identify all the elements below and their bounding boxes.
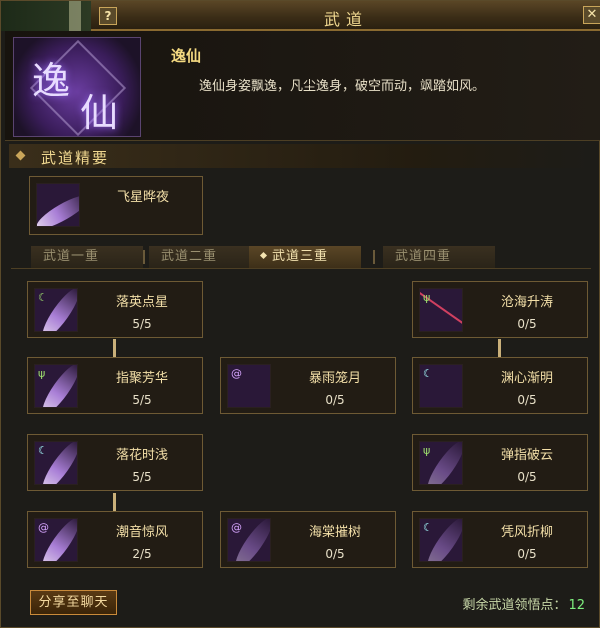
crescent-icon: ☾ bbox=[38, 444, 48, 457]
passive-rune-icon: ψ bbox=[423, 444, 431, 457]
skill-connector bbox=[113, 339, 116, 357]
skill-card[interactable]: ψ 弹指破云 0/5 bbox=[412, 434, 588, 491]
skill-level: 0/5 bbox=[517, 470, 537, 484]
tidal-wind-skill-icon: @ bbox=[34, 518, 78, 562]
points-label: 剩余武道领悟点： bbox=[462, 598, 567, 613]
abyss-heart-skill-icon: ☾ bbox=[419, 364, 463, 408]
skill-name: 落英点星 bbox=[115, 295, 168, 310]
skill-level: 0/5 bbox=[325, 547, 345, 561]
skill-name: 潮音惊风 bbox=[115, 525, 168, 540]
falling-petal-skill-icon: ☾ bbox=[34, 288, 78, 332]
skill-level: 0/5 bbox=[517, 393, 537, 407]
section-title: 武道精要 bbox=[41, 149, 110, 167]
skill-name: 暴雨笼月 bbox=[308, 371, 361, 386]
skill-card[interactable]: @ 暴雨笼月 0/5 bbox=[220, 357, 396, 414]
flying-star-skill-icon bbox=[36, 183, 80, 227]
skill-name: 沧海升涛 bbox=[500, 295, 553, 310]
skill-level: 0/5 bbox=[325, 393, 345, 407]
remaining-points: 剩余武道领悟点： 12 bbox=[462, 594, 585, 613]
skill-name: 凭风折柳 bbox=[500, 525, 553, 540]
skill-level: 5/5 bbox=[132, 470, 152, 484]
tab-tier-1[interactable]: 武道一重 bbox=[31, 246, 143, 268]
crabapple-skill-icon: @ bbox=[227, 518, 271, 562]
rising-tide-skill-icon: ψ bbox=[419, 288, 463, 332]
skill-name: 海棠摧树 bbox=[308, 525, 361, 540]
skill-connector bbox=[113, 493, 116, 511]
skill-level: 5/5 bbox=[132, 393, 152, 407]
tab-tier-2[interactable]: 武道二重 bbox=[149, 246, 261, 268]
share-to-chat-button[interactable]: 分享至聊天 bbox=[30, 590, 117, 615]
swirl-icon: @ bbox=[231, 367, 242, 380]
divider bbox=[11, 268, 591, 269]
skill-glow bbox=[37, 190, 79, 226]
class-emblem-icon: 逸 仙 bbox=[13, 37, 141, 137]
close-button[interactable]: ✕ bbox=[583, 6, 600, 24]
crescent-icon: ☾ bbox=[423, 521, 433, 534]
skill-level: 2/5 bbox=[132, 547, 152, 561]
crescent-icon: ☾ bbox=[423, 367, 433, 380]
title-bar[interactable]: 武道 bbox=[91, 1, 600, 31]
skill-connector bbox=[498, 339, 501, 357]
class-name: 逸仙 bbox=[171, 47, 202, 65]
tier-tabs: 武道一重 武道二重 武道三重 武道四重 bbox=[11, 246, 591, 268]
active-tab-icon bbox=[259, 251, 268, 260]
skill-card[interactable]: ☾ 落花时浅 5/5 bbox=[27, 434, 203, 491]
skill-card[interactable]: ☾ 凭风折柳 0/5 bbox=[412, 511, 588, 568]
cloud-breaker-skill-icon: ψ bbox=[419, 441, 463, 485]
gathered-bloom-skill-icon: ψ bbox=[34, 364, 78, 408]
skill-name: 弹指破云 bbox=[500, 448, 553, 463]
window-title: 武道 bbox=[323, 10, 368, 29]
skill-name: 渊心渐明 bbox=[500, 371, 553, 386]
tab-tier-3[interactable]: 武道三重 bbox=[249, 246, 361, 268]
tab-tier-4[interactable]: 武道四重 bbox=[383, 246, 495, 268]
passive-rune-icon: ψ bbox=[423, 291, 431, 304]
tab-separator bbox=[143, 250, 145, 264]
skill-card[interactable]: ψ 指聚芳华 5/5 bbox=[27, 357, 203, 414]
skill-name: 指聚芳华 bbox=[115, 371, 168, 386]
class-header: 逸 仙 逸仙 逸仙身姿飘逸，凡尘逸身，破空而动，飒踏如风。 bbox=[5, 31, 600, 141]
skill-level: 0/5 bbox=[517, 547, 537, 561]
section-header: 武道精要 bbox=[9, 144, 593, 168]
skill-level: 5/5 bbox=[132, 317, 152, 331]
skill-level: 0/5 bbox=[517, 317, 537, 331]
skill-card[interactable]: @ 潮音惊风 2/5 bbox=[27, 511, 203, 568]
diamond-icon bbox=[15, 150, 26, 161]
skill-card[interactable]: ☾ 渊心渐明 0/5 bbox=[412, 357, 588, 414]
skill-card[interactable]: ψ 沧海升涛 0/5 bbox=[412, 281, 588, 338]
emblem-char: 逸 bbox=[32, 59, 71, 103]
skill-name: 落花时浅 bbox=[115, 448, 168, 463]
crescent-icon: ☾ bbox=[38, 291, 48, 304]
background-strip bbox=[1, 1, 91, 31]
swirl-icon: @ bbox=[231, 521, 242, 534]
skill-card[interactable]: @ 海棠摧树 0/5 bbox=[220, 511, 396, 568]
passive-rune-icon: ψ bbox=[38, 367, 46, 380]
storm-moon-skill-icon: @ bbox=[227, 364, 271, 408]
swirl-icon: @ bbox=[38, 521, 49, 534]
skill-name: 飞星晔夜 bbox=[116, 190, 169, 205]
core-skill-card[interactable]: 飞星晔夜 bbox=[29, 176, 203, 235]
willow-wind-skill-icon: ☾ bbox=[419, 518, 463, 562]
tab-label: 武道三重 bbox=[272, 249, 329, 264]
wudao-window: 武道 ? ✕ 逸 仙 逸仙 逸仙身姿飘逸，凡尘逸身，破空而动，飒踏如风。 武道精… bbox=[0, 0, 600, 628]
points-value: 12 bbox=[568, 598, 585, 613]
class-description: 逸仙身姿飘逸，凡尘逸身，破空而动，飒踏如风。 bbox=[199, 79, 486, 94]
tab-separator bbox=[373, 250, 375, 264]
help-button[interactable]: ? bbox=[99, 7, 117, 25]
skill-card[interactable]: ☾ 落英点星 5/5 bbox=[27, 281, 203, 338]
emblem-char: 仙 bbox=[80, 91, 119, 135]
fading-blossom-skill-icon: ☾ bbox=[34, 441, 78, 485]
